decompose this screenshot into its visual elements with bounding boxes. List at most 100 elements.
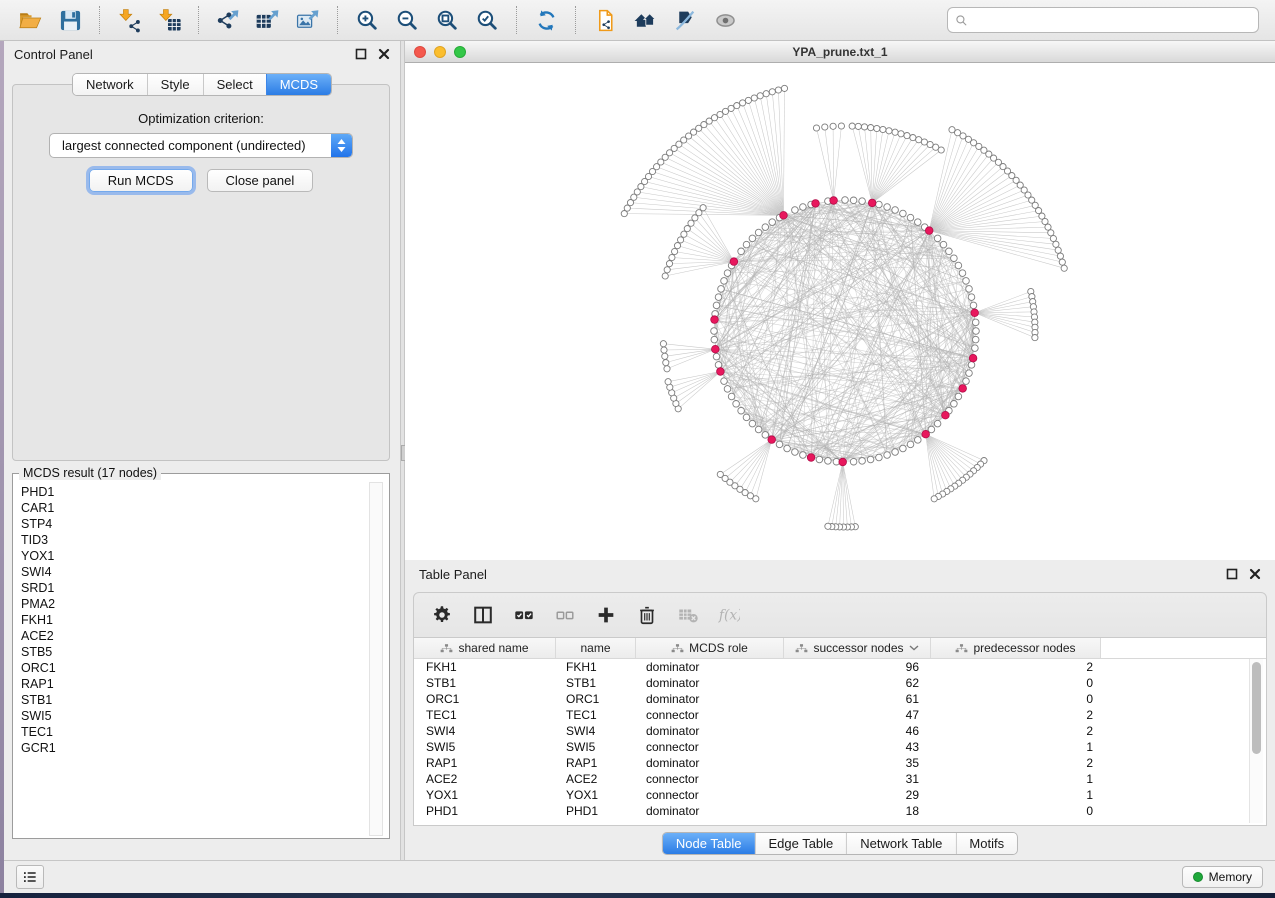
- search-input[interactable]: [974, 12, 1251, 28]
- table-row[interactable]: TEC1TEC1connector472: [414, 707, 1266, 723]
- export-network-button[interactable]: [211, 4, 245, 36]
- mcds-node-item[interactable]: PMA2: [13, 596, 389, 612]
- mcds-node-item[interactable]: SRD1: [13, 580, 389, 596]
- memory-label: Memory: [1209, 870, 1252, 884]
- tab-network[interactable]: Network: [73, 74, 147, 95]
- open-folder-button[interactable]: [13, 4, 47, 36]
- float-table-panel-button[interactable]: [1225, 568, 1238, 581]
- mcds-node-item[interactable]: PHD1: [13, 484, 389, 500]
- mcds-node-item[interactable]: FKH1: [13, 612, 389, 628]
- table-row[interactable]: SWI4SWI4dominator462: [414, 723, 1266, 739]
- zoom-fit-button[interactable]: [430, 4, 464, 36]
- mcds-node-item[interactable]: STB5: [13, 644, 389, 660]
- mcds-list-scrollbar[interactable]: [369, 482, 383, 836]
- mcds-node-item[interactable]: TEC1: [13, 724, 389, 740]
- mcds-node-item[interactable]: STB1: [13, 692, 389, 708]
- tab-select[interactable]: Select: [203, 74, 266, 95]
- toolbar-separator: [198, 6, 199, 34]
- cell-shared-name: ORC1: [414, 692, 556, 706]
- optimization-criterion-label: Optimization criterion:: [13, 111, 389, 126]
- close-panel-action-button[interactable]: Close panel: [207, 169, 314, 192]
- zoom-out-button[interactable]: [390, 4, 424, 36]
- tab-node-table[interactable]: Node Table: [663, 833, 755, 854]
- table-scrollbar-thumb[interactable]: [1252, 662, 1261, 754]
- plus-icon: [595, 604, 617, 626]
- mcds-node-item[interactable]: ORC1: [13, 660, 389, 676]
- function-fx-button: f(x): [715, 602, 742, 629]
- mcds-node-item[interactable]: YOX1: [13, 548, 389, 564]
- mcds-node-item[interactable]: ACE2: [13, 628, 389, 644]
- cell-predecessor-nodes: 0: [931, 804, 1101, 818]
- tab-network-table[interactable]: Network Table: [846, 833, 955, 854]
- mcds-node-item[interactable]: STP4: [13, 516, 389, 532]
- export-table-button[interactable]: [251, 4, 285, 36]
- table-body: FKH1FKH1dominator962STB1STB1dominator620…: [414, 659, 1266, 819]
- column-header-predecessor-nodes[interactable]: predecessor nodes: [931, 638, 1101, 658]
- import-network-icon: [117, 8, 142, 33]
- table-scrollbar[interactable]: [1249, 659, 1263, 823]
- refresh-button[interactable]: [529, 4, 563, 36]
- table-row[interactable]: FKH1FKH1dominator962: [414, 659, 1266, 675]
- table-row[interactable]: PHD1PHD1dominator180: [414, 803, 1266, 819]
- table-toolbar: f(x): [413, 592, 1267, 638]
- network-graph[interactable]: [405, 63, 1275, 560]
- cell-MCDS-role: dominator: [636, 804, 784, 818]
- trash-icon: [636, 604, 658, 626]
- tab-style[interactable]: Style: [147, 74, 203, 95]
- optimization-criterion-select[interactable]: largest connected component (undirected): [49, 133, 353, 158]
- split-columns-button[interactable]: [469, 602, 496, 629]
- toolbar-separator: [99, 6, 100, 34]
- table-row[interactable]: ACE2ACE2connector311: [414, 771, 1266, 787]
- table-row[interactable]: STB1STB1dominator620: [414, 675, 1266, 691]
- tab-edge-table[interactable]: Edge Table: [754, 833, 846, 854]
- tab-mcds[interactable]: MCDS: [266, 74, 331, 95]
- zoom-in-button[interactable]: [350, 4, 384, 36]
- mcds-node-item[interactable]: GCR1: [13, 740, 389, 756]
- import-table-button[interactable]: [152, 4, 186, 36]
- mcds-node-item[interactable]: TID3: [13, 532, 389, 548]
- run-mcds-button[interactable]: Run MCDS: [89, 169, 193, 192]
- mcds-node-item[interactable]: CAR1: [13, 500, 389, 516]
- zoom-selected-button[interactable]: [470, 4, 504, 36]
- close-table-panel-button[interactable]: [1248, 568, 1261, 581]
- table-row[interactable]: YOX1YOX1connector291: [414, 787, 1266, 803]
- mcds-tab-content: Optimization criterion: largest connecte…: [12, 84, 390, 461]
- column-header-filler: [1101, 638, 1266, 658]
- cell-predecessor-nodes: 0: [931, 692, 1101, 706]
- checked-boxes-button[interactable]: [510, 602, 537, 629]
- export-image-button[interactable]: [291, 4, 325, 36]
- trash-button[interactable]: [633, 602, 660, 629]
- network-canvas[interactable]: [405, 63, 1275, 560]
- document-network-button[interactable]: [588, 4, 622, 36]
- houses-button[interactable]: [628, 4, 662, 36]
- task-history-button[interactable]: [16, 865, 44, 889]
- tab-motifs[interactable]: Motifs: [955, 833, 1017, 854]
- column-header-MCDS-role[interactable]: MCDS role: [636, 638, 784, 658]
- desktop: Control Panel NetworkStyleSelectMCDS Opt…: [0, 0, 1275, 898]
- mcds-node-item[interactable]: SWI5: [13, 708, 389, 724]
- column-header-name[interactable]: name: [556, 638, 636, 658]
- search-box[interactable]: [947, 7, 1259, 33]
- mcds-node-item[interactable]: SWI4: [13, 564, 389, 580]
- memory-button[interactable]: Memory: [1182, 866, 1263, 888]
- save-button[interactable]: [53, 4, 87, 36]
- network-title: YPA_prune.txt_1: [405, 45, 1275, 59]
- plus-button[interactable]: [592, 602, 619, 629]
- close-panel-button[interactable]: [377, 48, 390, 61]
- import-network-button[interactable]: [112, 4, 146, 36]
- flag-slash-button[interactable]: [668, 4, 702, 36]
- table-row[interactable]: ORC1ORC1dominator610: [414, 691, 1266, 707]
- unchecked-boxes-button[interactable]: [551, 602, 578, 629]
- eye-button[interactable]: [708, 4, 742, 36]
- column-header-successor-nodes[interactable]: successor nodes: [784, 638, 931, 658]
- column-header-shared-name[interactable]: shared name: [414, 638, 556, 658]
- cell-MCDS-role: connector: [636, 772, 784, 786]
- table-delete-icon: [677, 604, 699, 626]
- float-panel-button[interactable]: [354, 48, 367, 61]
- table-row[interactable]: RAP1RAP1dominator352: [414, 755, 1266, 771]
- table-panel-header: Table Panel: [405, 560, 1275, 588]
- gear-button[interactable]: [428, 602, 455, 629]
- cell-shared-name: YOX1: [414, 788, 556, 802]
- mcds-node-item[interactable]: RAP1: [13, 676, 389, 692]
- table-row[interactable]: SWI5SWI5connector431: [414, 739, 1266, 755]
